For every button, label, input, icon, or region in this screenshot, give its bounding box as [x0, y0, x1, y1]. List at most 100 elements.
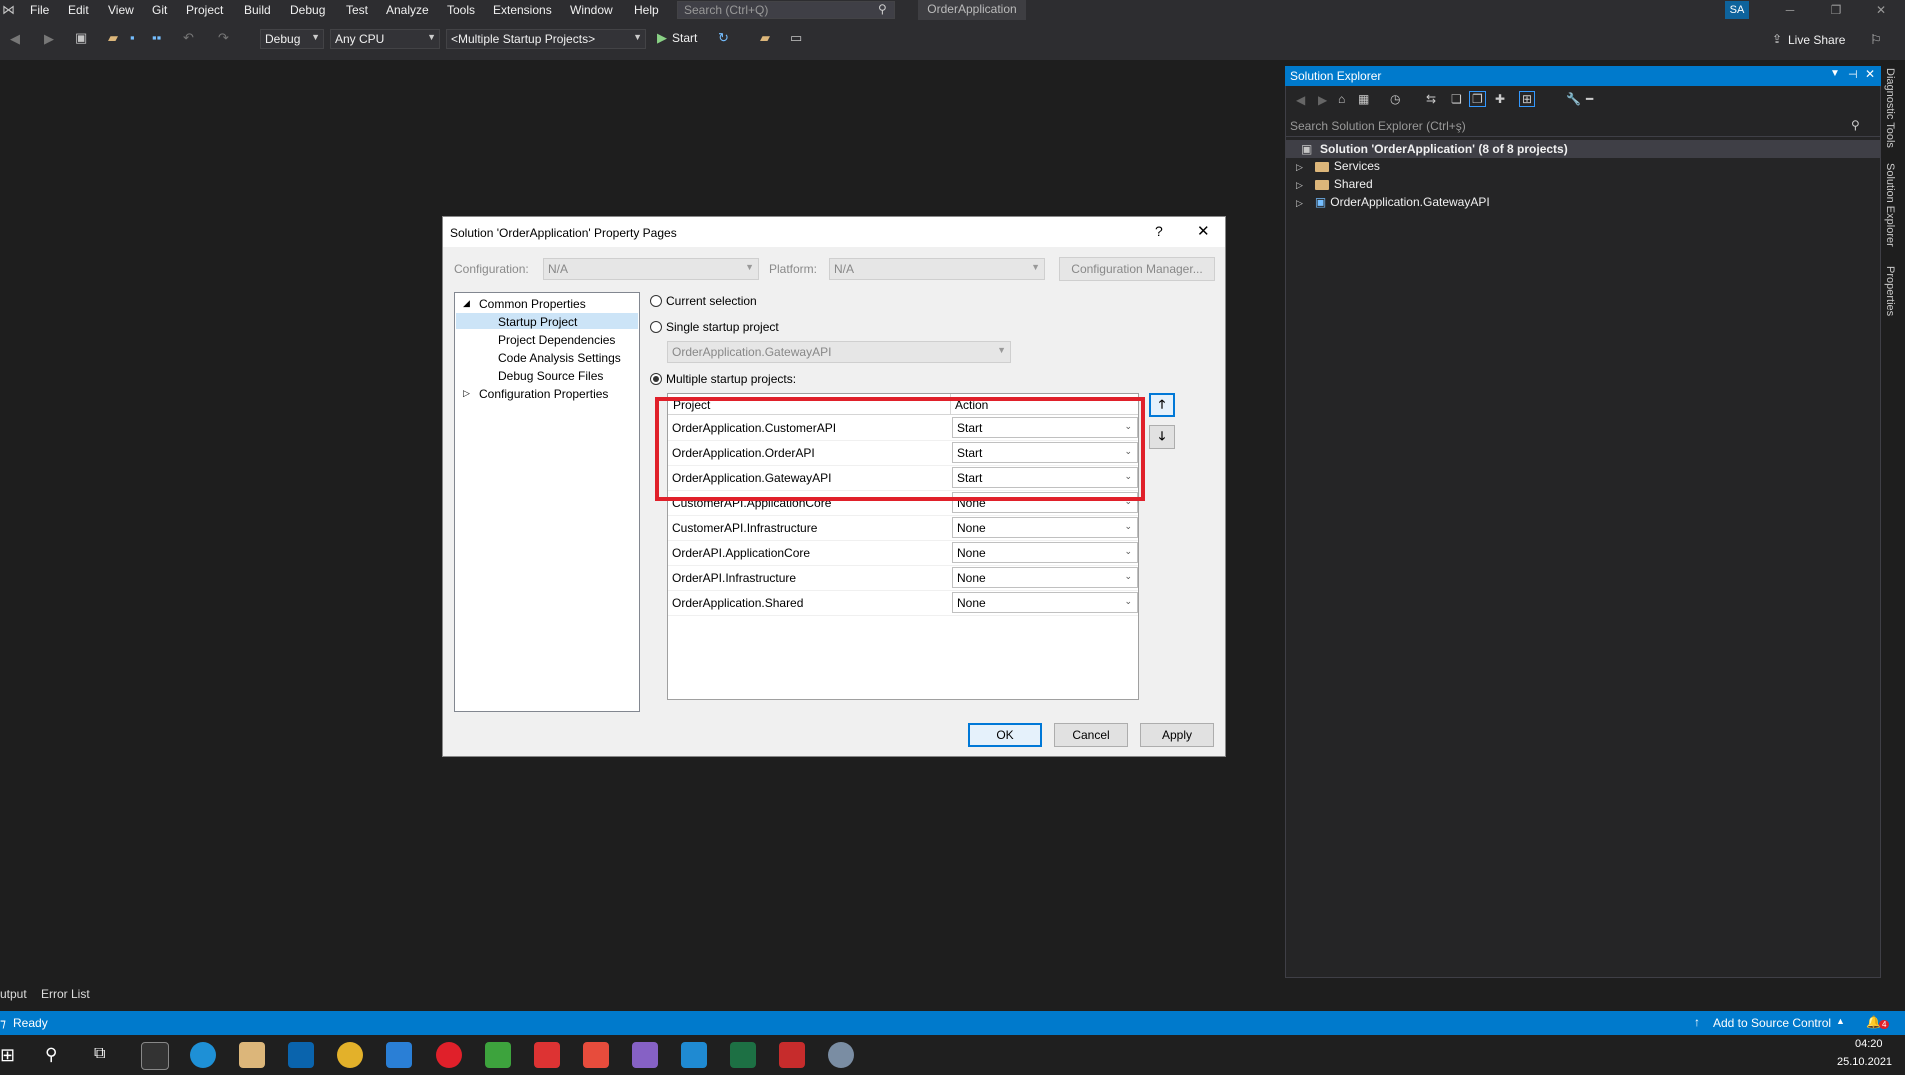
menu-analyze[interactable]: Analyze [386, 3, 429, 17]
opera-icon[interactable] [436, 1042, 462, 1068]
forward-icon[interactable]: ▶ [1318, 93, 1327, 107]
solution-row[interactable]: ▣ Solution 'OrderApplication' (8 of 8 pr… [1286, 140, 1880, 158]
current-selection-radio[interactable] [650, 295, 662, 307]
tree-project-dependencies[interactable]: Project Dependencies [498, 333, 615, 347]
todo-icon[interactable] [386, 1042, 412, 1068]
redo-icon[interactable]: ↷ [218, 30, 229, 46]
new-project-icon[interactable]: ▣ [75, 30, 87, 46]
save-all-icon[interactable]: ▪▪ [152, 30, 161, 45]
restore-icon[interactable]: ❐ [1821, 0, 1851, 20]
apply-button[interactable]: Apply [1140, 723, 1214, 747]
menu-git[interactable]: Git [152, 3, 167, 17]
current-selection-label[interactable]: Current selection [666, 294, 757, 308]
tab-diagnostic-tools[interactable]: Diagnostic Tools [1884, 68, 1896, 148]
home-icon[interactable]: ⌂ [1338, 92, 1345, 106]
properties-icon[interactable]: 🔧 [1566, 92, 1581, 106]
undo-icon[interactable]: ↶ [183, 30, 194, 46]
back-icon[interactable]: ◀ [1296, 93, 1305, 107]
add-to-source-control[interactable]: Add to Source Control [1713, 1016, 1831, 1030]
tab-solution-explorer[interactable]: Solution Explorer [1884, 163, 1896, 247]
back-icon[interactable]: ◀ [10, 31, 20, 47]
app-icon[interactable] [534, 1042, 560, 1068]
task-view-icon[interactable]: ⧉ [94, 1045, 105, 1063]
tree-startup-project[interactable]: Startup Project [498, 315, 577, 329]
menu-edit[interactable]: Edit [68, 3, 89, 17]
solution-search-input[interactable]: Search Solution Explorer (Ctrl+ş) [1290, 119, 1466, 133]
minus-icon[interactable]: ━ [1586, 92, 1593, 106]
windows-start-icon[interactable]: ⊞ [0, 1045, 15, 1066]
expand-icon[interactable]: ▷ [463, 388, 470, 399]
refresh-icon[interactable]: ↻ [718, 30, 729, 46]
menu-debug[interactable]: Debug [290, 3, 325, 17]
paint-icon[interactable] [828, 1042, 854, 1068]
edge-icon[interactable] [190, 1042, 216, 1068]
minimize-icon[interactable]: ─ [1775, 0, 1805, 20]
save-icon[interactable]: ▪ [130, 30, 135, 45]
single-startup-radio[interactable] [650, 321, 662, 333]
sync-icon[interactable]: ⇆ [1426, 92, 1436, 106]
row-action-select[interactable]: None ⌄ [952, 542, 1138, 563]
chrome-icon[interactable] [337, 1042, 363, 1068]
tree-code-analysis-settings[interactable]: Code Analysis Settings [498, 351, 621, 365]
add-icon[interactable]: ✚ [1495, 92, 1505, 106]
close-icon[interactable]: ✕ [1866, 0, 1896, 20]
ok-button[interactable]: OK [968, 723, 1042, 747]
preview-icon[interactable]: ⊞ [1519, 91, 1536, 107]
tree-item-shared[interactable]: ▷ Shared [1296, 177, 1373, 191]
menu-test[interactable]: Test [346, 3, 368, 17]
expand-icon[interactable]: ▷ [1296, 162, 1303, 172]
menu-build[interactable]: Build [244, 3, 271, 17]
forward-icon[interactable]: ▶ [44, 31, 54, 47]
tree-configuration-properties[interactable]: Configuration Properties [479, 387, 608, 401]
tree-item-services[interactable]: ▷ Services [1296, 159, 1380, 173]
tree-common-properties[interactable]: Common Properties [479, 297, 586, 311]
avatar[interactable]: SA [1725, 1, 1749, 19]
tab-error-list[interactable]: Error List [41, 987, 90, 1001]
outlook-icon[interactable] [288, 1042, 314, 1068]
dialog-close-icon[interactable]: ✕ [1197, 222, 1210, 240]
tree-debug-source-files[interactable]: Debug Source Files [498, 369, 603, 383]
pin-icon[interactable]: ⊣ [1848, 68, 1858, 81]
solution-explorer-search[interactable]: Search Solution Explorer (Ctrl+ş) ⚲ [1286, 116, 1880, 137]
move-down-button[interactable]: 🡓 [1149, 425, 1175, 449]
menu-tools[interactable]: Tools [447, 3, 475, 17]
close-panel-icon[interactable]: ✕ [1865, 67, 1875, 81]
help-icon[interactable]: ? [1155, 223, 1163, 239]
show-all-files-icon[interactable]: ❐ [1469, 91, 1486, 107]
collapse-all-icon[interactable]: ❏ [1451, 92, 1462, 106]
menu-project[interactable]: Project [186, 3, 223, 17]
row-action-select[interactable]: None ⌄ [952, 592, 1138, 613]
table-row[interactable]: OrderApplication.Shared None ⌄ [668, 590, 1138, 616]
git-app-icon[interactable] [583, 1042, 609, 1068]
start-button[interactable]: Start [672, 31, 697, 45]
collapse-icon[interactable]: ◢ [463, 298, 470, 309]
row-action-select[interactable]: None ⌄ [952, 567, 1138, 588]
live-share-button[interactable]: Live Share [1788, 33, 1845, 47]
platform-combo[interactable]: Any CPU ▼ [330, 29, 440, 49]
folder-icon[interactable]: ▰ [760, 30, 770, 46]
expand-icon[interactable]: ▷ [1296, 198, 1303, 208]
move-up-button[interactable]: 🡑 [1149, 393, 1175, 417]
menu-help[interactable]: Help [634, 3, 659, 17]
vscode-icon[interactable] [681, 1042, 707, 1068]
terminal-icon[interactable] [141, 1042, 169, 1070]
menu-file[interactable]: File [30, 3, 49, 17]
open-folder-icon[interactable]: ▰ [108, 30, 118, 46]
tree-item-gatewayapi[interactable]: ▷ ▣ OrderApplication.GatewayAPI [1296, 195, 1490, 209]
excel-icon[interactable] [730, 1042, 756, 1068]
table-row[interactable]: CustomerAPI.Infrastructure None ⌄ [668, 515, 1138, 541]
expand-icon[interactable]: ▷ [1296, 180, 1303, 190]
menu-view[interactable]: View [108, 3, 134, 17]
file-explorer-icon[interactable] [239, 1042, 265, 1068]
menu-extensions[interactable]: Extensions [493, 3, 552, 17]
dropdown-icon[interactable]: ▼ [1830, 68, 1840, 79]
cancel-button[interactable]: Cancel [1054, 723, 1128, 747]
multiple-startup-radio[interactable] [650, 373, 662, 385]
row-action-select[interactable]: None ⌄ [952, 517, 1138, 538]
acrobat-icon[interactable] [779, 1042, 805, 1068]
history-icon[interactable]: ◷ [1390, 92, 1400, 106]
single-startup-label[interactable]: Single startup project [666, 320, 779, 334]
screenshot-icon[interactable]: ▭ [790, 30, 802, 46]
tab-output[interactable]: utput [0, 987, 27, 1001]
search-input[interactable]: Search (Ctrl+Q) [677, 1, 895, 19]
